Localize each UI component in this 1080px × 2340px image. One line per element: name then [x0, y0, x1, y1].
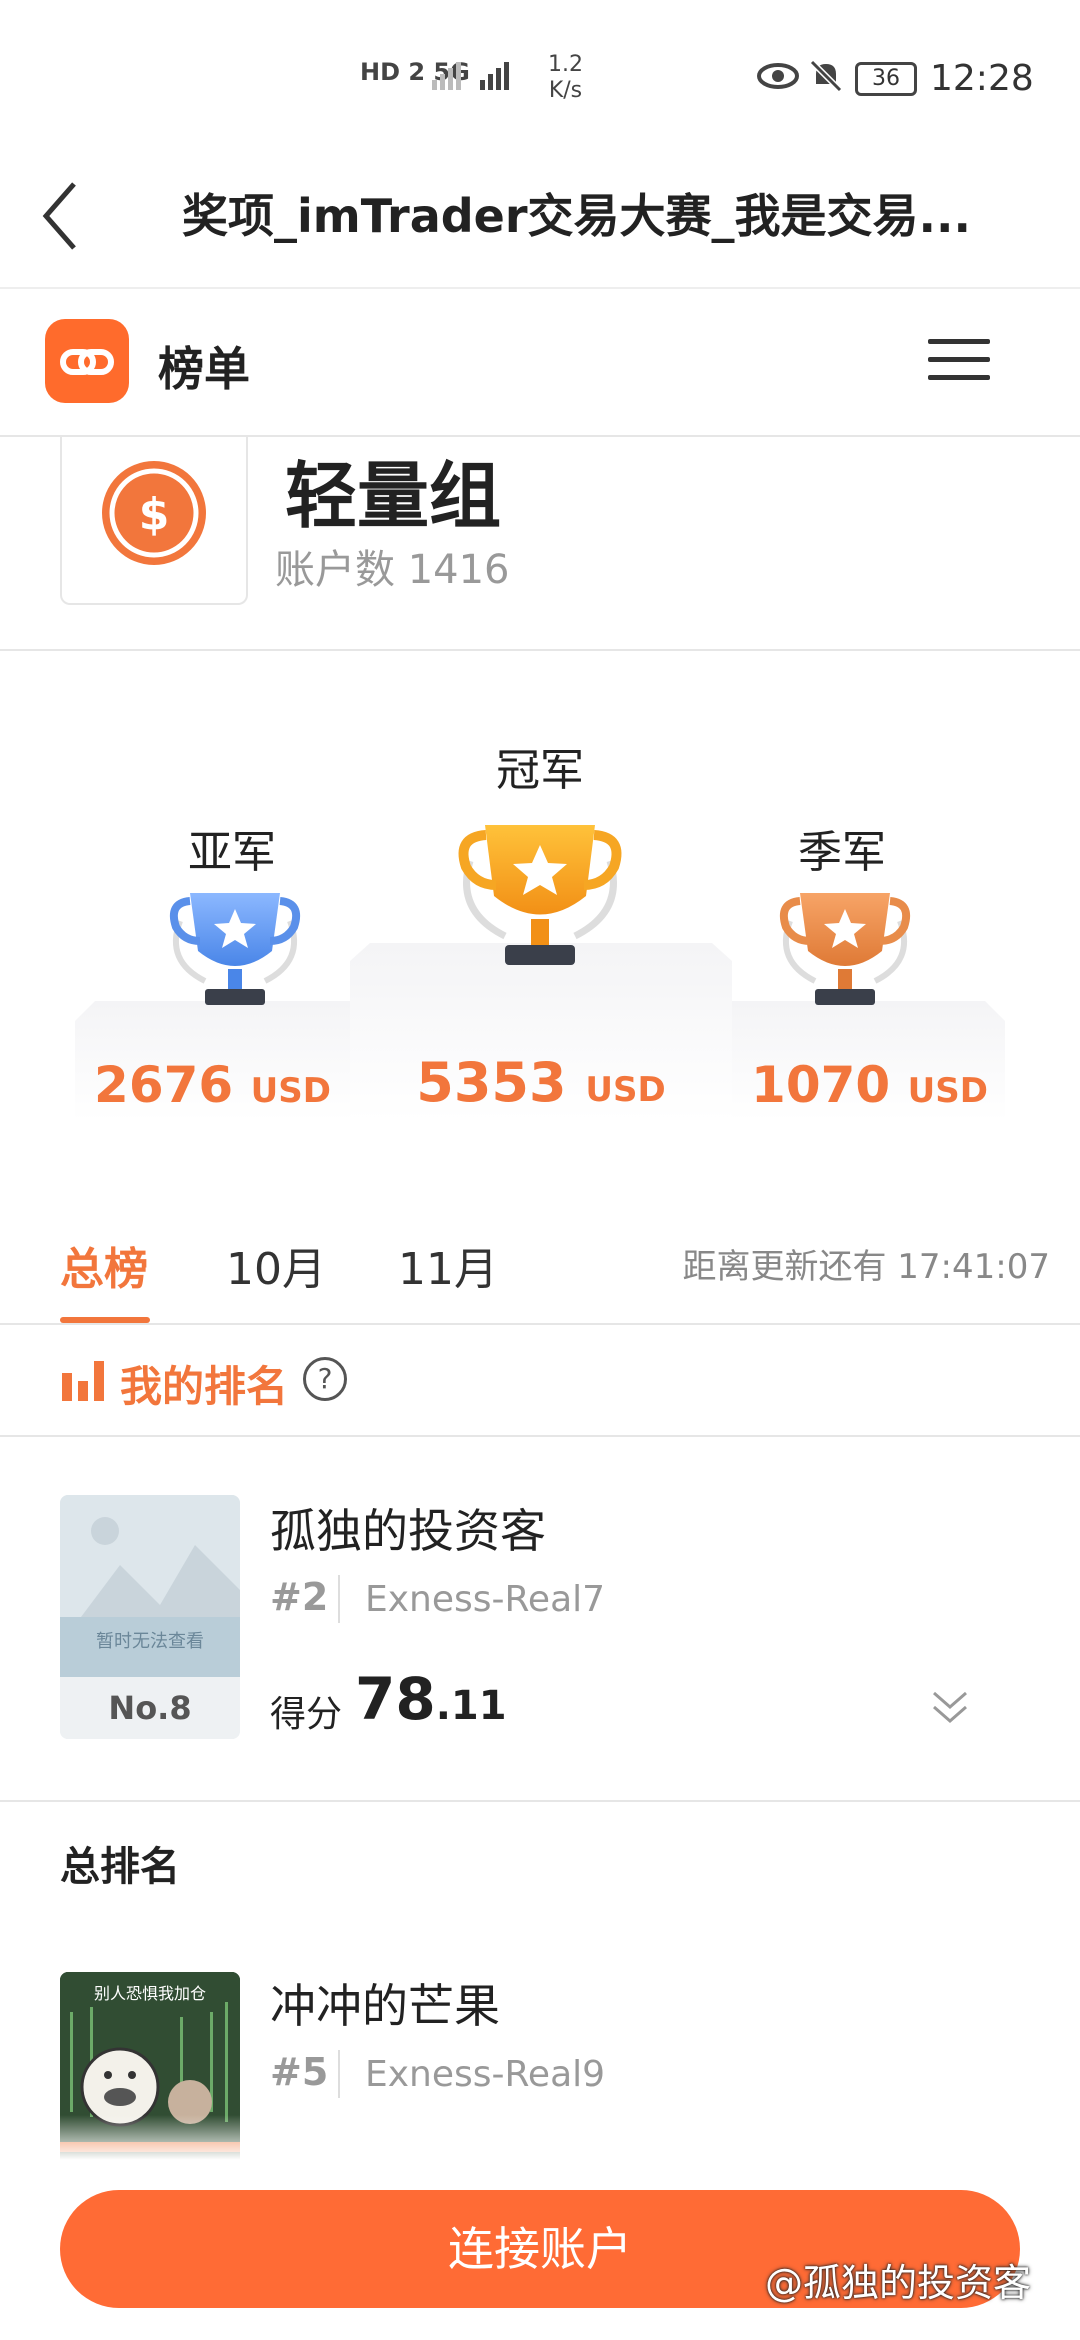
- user-nickname: 冲冲的芒果: [270, 1979, 500, 2033]
- my-rank-header: 我的排名 ?: [0, 1325, 1080, 1437]
- gold-trophy-icon: [458, 825, 622, 965]
- avatar-placeholder: 暂时无法查看: [60, 1495, 240, 1677]
- menu-line: [928, 375, 990, 380]
- score-integer: 78: [355, 1665, 436, 1733]
- title-bar: 奖项_imTrader交易大赛_我是交易...: [0, 150, 1080, 289]
- overall-rank-header: 总排名: [0, 1800, 1080, 1914]
- brand-bar: 榜单: [0, 289, 1080, 437]
- my-rank-card[interactable]: 暂时无法查看 No.8 孤独的投资客 #2 Exness-Real7 得分 78…: [0, 1437, 1080, 1799]
- score-value: 78.11: [355, 1665, 507, 1733]
- prize-amount: 5353: [416, 1051, 567, 1114]
- back-arrow-icon[interactable]: [38, 176, 88, 256]
- mute-bell-icon: [809, 59, 843, 93]
- speed-value: 1.2: [548, 52, 583, 77]
- app-logo: [45, 319, 129, 403]
- group-header: $ 轻量组 账户数 1416: [0, 437, 1080, 651]
- divider: [338, 2050, 340, 2098]
- battery-indicator: 36: [855, 62, 917, 96]
- prize-amount: 1070: [751, 1056, 891, 1114]
- user-nickname: 孤独的投资客: [270, 1504, 546, 1558]
- menu-line: [928, 357, 990, 362]
- link-logo-icon: [60, 349, 114, 375]
- third-place-label: 季军: [798, 827, 886, 878]
- silver-trophy-icon: [169, 893, 301, 1005]
- first-place-label: 冠军: [496, 745, 584, 796]
- overall-rank-title: 总排名: [60, 1844, 180, 1890]
- avatar: 暂时无法查看 No.8: [60, 1495, 240, 1739]
- ranking-tabs: 总榜 10月 11月 距离更新还有 17:41:07: [0, 1195, 1080, 1325]
- dollar-coin-icon: $: [102, 461, 206, 565]
- user-rank: #2: [270, 1575, 329, 1619]
- menu-button[interactable]: [928, 339, 990, 385]
- update-countdown: 距离更新还有 17:41:07: [682, 1247, 1050, 1287]
- speed-unit: K/s: [548, 78, 583, 103]
- second-prize: 2676 USD: [75, 1056, 350, 1114]
- group-name: 轻量组: [285, 454, 502, 538]
- signal-icon: [432, 62, 509, 90]
- avatar-caption-text: 别人恐惧我加仓: [93, 1984, 206, 2003]
- my-rank-title: 我的排名: [120, 1362, 289, 1411]
- score-label: 得分: [270, 1694, 343, 1735]
- leaderboard-title: 榜单: [158, 342, 250, 396]
- bar-chart-icon: [62, 1361, 104, 1401]
- eye-icon: [757, 63, 799, 89]
- page-title: 奖项_imTrader交易大赛_我是交易...: [182, 189, 971, 243]
- user-account: Exness-Real7: [365, 1579, 606, 1620]
- prize-amount: 2676: [94, 1056, 234, 1114]
- rank-list-item[interactable]: 别人恐惧我加仓 冲冲的芒果 #5 Exness-Real9: [0, 1912, 1080, 2216]
- tab-october[interactable]: 10月: [226, 1233, 326, 1297]
- bronze-trophy-icon: [779, 893, 911, 1005]
- account-count: 账户数 1416: [275, 547, 510, 593]
- status-bar: HD 2 5G 1.2 K/s 36 12:28: [0, 0, 1080, 150]
- chevron-down-icon[interactable]: [930, 1687, 970, 1727]
- user-rank: #5: [270, 2050, 329, 2094]
- network-speed: 1.2 K/s: [548, 52, 583, 104]
- second-place-label: 亚军: [188, 827, 276, 878]
- prize-unit: USD: [907, 1071, 988, 1111]
- prize-podium: 亚军 冠军 季军 2676 USD 5353 USD 1070 USD: [0, 651, 1080, 1161]
- tab-november[interactable]: 11月: [398, 1233, 498, 1297]
- help-icon[interactable]: ?: [303, 1357, 347, 1401]
- tab-overall[interactable]: 总榜: [60, 1233, 148, 1297]
- group-icon-box: $: [60, 437, 248, 605]
- divider: [338, 1575, 340, 1623]
- third-prize: 1070 USD: [732, 1056, 1007, 1114]
- score-decimal: .11: [435, 1683, 507, 1729]
- prize-unit: USD: [250, 1071, 331, 1111]
- clock: 12:28: [930, 58, 1034, 99]
- active-tab-indicator: [60, 1317, 150, 1323]
- user-account: Exness-Real9: [365, 2054, 606, 2095]
- first-prize: 5353 USD: [370, 1051, 712, 1114]
- svg-text:$: $: [139, 489, 170, 540]
- prize-unit: USD: [585, 1070, 666, 1110]
- avatar-unavailable-text: 暂时无法查看: [96, 1631, 204, 1652]
- my-rank-number: No.8: [60, 1677, 240, 1739]
- menu-line: [928, 339, 990, 344]
- watermark: @孤独的投资客: [765, 2261, 1032, 2305]
